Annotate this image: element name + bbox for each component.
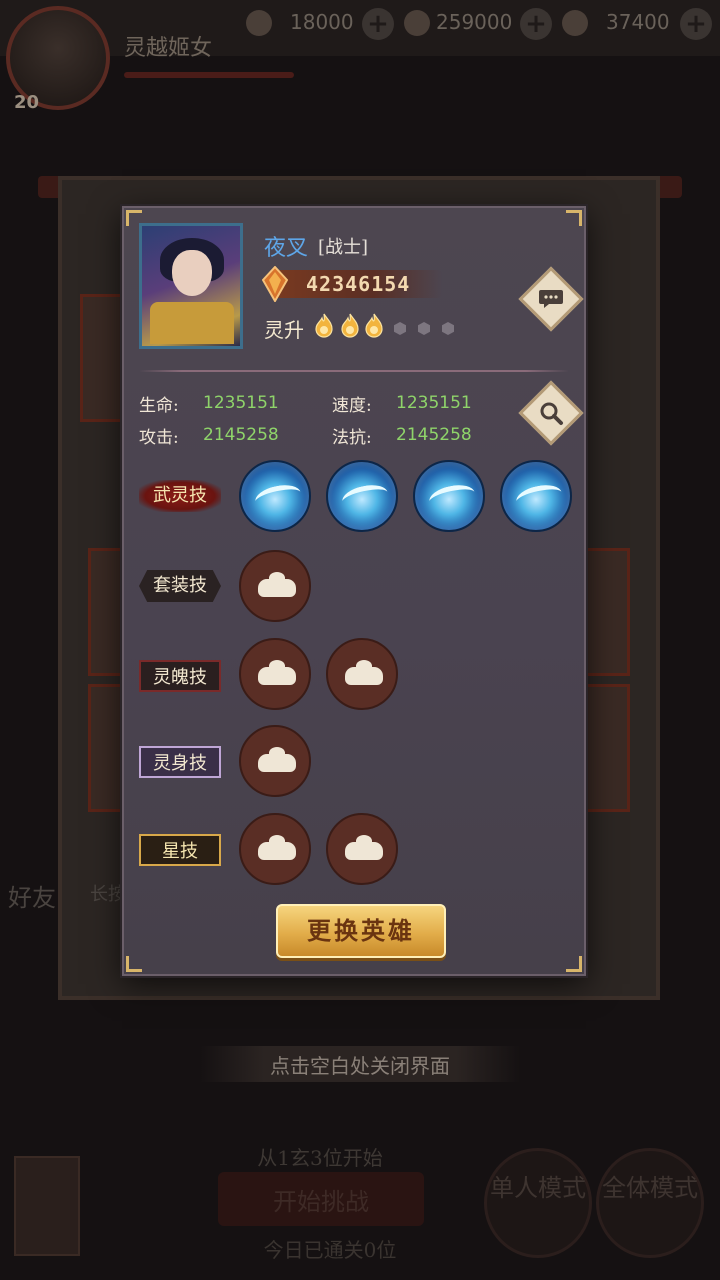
magic-resist-value: 2145258 <box>396 425 472 445</box>
power-value: 42346154 <box>306 272 411 296</box>
speed-label: 速度: <box>332 396 372 416</box>
set-skill-label: 套装技 <box>139 570 221 602</box>
cloud-icon <box>345 660 383 685</box>
wave-icon <box>514 481 564 513</box>
resource-stamina: 18000 <box>290 10 354 34</box>
soul-skill-label: 灵魄技 <box>139 660 221 692</box>
resource-coins: 259000 <box>436 10 513 34</box>
portrait-face <box>172 250 212 296</box>
stamina-icon <box>246 10 272 36</box>
speech-bubble-icon <box>531 279 571 319</box>
magic-resist-label: 法抗: <box>332 428 372 448</box>
corner-ornament <box>126 956 142 972</box>
start-challenge-label: 开始挑战 <box>273 1188 369 1216</box>
resource-gems: 37400 <box>606 10 670 34</box>
rank-empty-dot <box>442 322 454 335</box>
power-gem-icon <box>262 266 288 302</box>
cloud-icon <box>345 835 383 860</box>
rank-empty-dot <box>418 322 430 335</box>
hero-class: [战士] <box>318 237 369 258</box>
gem-icon <box>562 10 588 36</box>
add-coins-button[interactable]: + <box>520 8 552 40</box>
hero-portrait[interactable] <box>139 223 243 349</box>
add-stamina-button[interactable]: + <box>362 8 394 40</box>
corner-ornament <box>566 956 582 972</box>
rank-empty-dot <box>394 322 406 335</box>
close-hint[interactable]: 点击空白处关闭界面 <box>0 1050 720 1079</box>
wave-icon <box>427 481 477 513</box>
change-hero-button[interactable]: 更换英雄 <box>276 904 446 958</box>
chat-button[interactable] <box>518 266 584 332</box>
all-mode-button[interactable]: 全体模式 <box>596 1148 704 1258</box>
inspect-button[interactable] <box>518 380 584 446</box>
hero-detail-dialog: 夜叉 [战士] 42346154 灵升 生命: 1235151 速度: 1235… <box>122 206 586 976</box>
single-mode-button[interactable]: 单人模式 <box>484 1148 592 1258</box>
cloud-icon <box>258 572 296 597</box>
player-exp-bar <box>124 72 294 78</box>
soul-skill-slot[interactable] <box>326 638 398 710</box>
add-gems-button[interactable]: + <box>680 8 712 40</box>
corner-ornament <box>566 210 582 226</box>
hp-label: 生命: <box>139 396 179 416</box>
star-skill-slot[interactable] <box>326 813 398 885</box>
star-skill-label: 星技 <box>139 834 221 866</box>
body-skill-label: 灵身技 <box>139 746 221 778</box>
wave-icon <box>253 481 303 513</box>
wuling-skill-slot[interactable] <box>239 460 311 532</box>
player-name: 灵越姬女 <box>124 36 213 61</box>
star-skill-slot[interactable] <box>239 813 311 885</box>
speed-value: 1235151 <box>396 393 472 413</box>
magnifier-icon <box>531 393 571 433</box>
cloud-icon <box>258 747 296 772</box>
rank-flame-icon <box>365 313 383 338</box>
wuling-skill-slot[interactable] <box>326 460 398 532</box>
rank-flame-icon <box>341 313 359 338</box>
cloud-icon <box>258 835 296 860</box>
long-press-hint: 长按 <box>90 884 126 905</box>
portrait-armor <box>150 302 234 344</box>
wuling-skill-slot[interactable] <box>413 460 485 532</box>
set-skill-slot[interactable] <box>239 550 311 622</box>
player-level: 20 <box>14 92 40 113</box>
hp-value: 1235151 <box>203 393 279 413</box>
body-skill-slot[interactable] <box>239 725 311 797</box>
wuling-skill-label: 武灵技 <box>139 480 221 512</box>
attack-label: 攻击: <box>139 428 179 448</box>
friends-side-label: 好友 <box>8 884 56 912</box>
wuling-skill-slot[interactable] <box>500 460 572 532</box>
rank-flame-icon <box>315 313 333 338</box>
coin-icon <box>404 10 430 36</box>
wave-icon <box>340 481 390 513</box>
soul-skill-slot[interactable] <box>239 638 311 710</box>
attack-value: 2145258 <box>203 425 279 445</box>
rank-label: 灵升 <box>264 318 304 342</box>
section-divider <box>139 370 569 372</box>
cloud-icon <box>258 660 296 685</box>
hero-name: 夜叉 <box>264 236 309 261</box>
